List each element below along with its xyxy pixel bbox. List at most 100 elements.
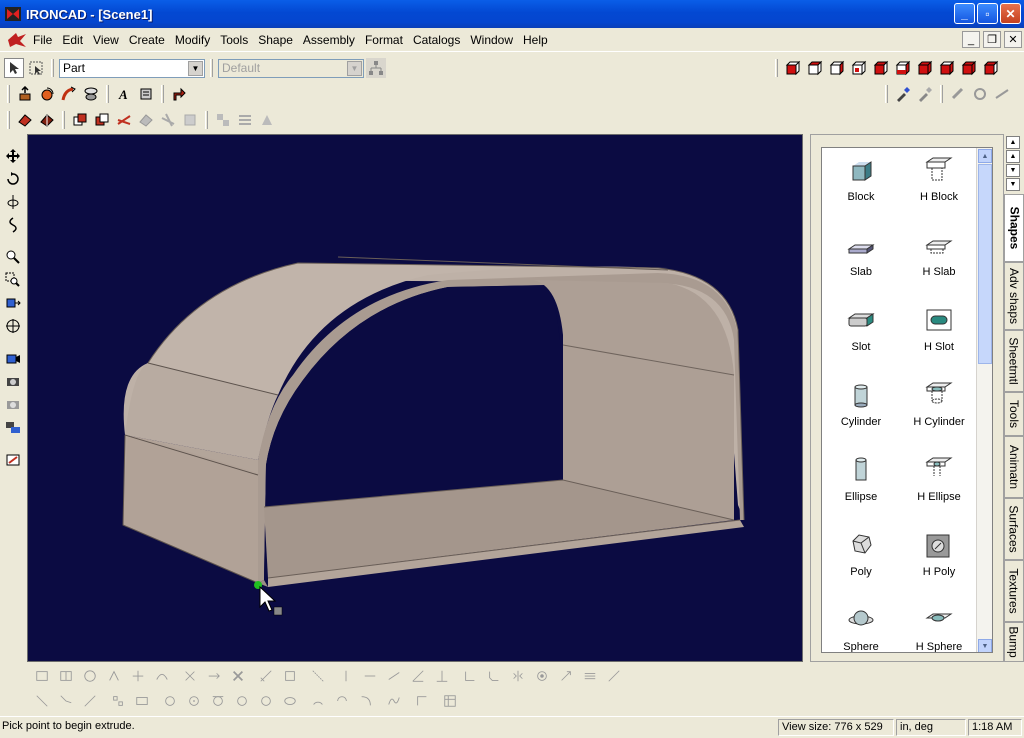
view-cube-top-icon[interactable] — [827, 58, 847, 78]
scroll-up-icon[interactable]: ▲ — [978, 149, 992, 163]
view-cube-iso3-icon[interactable] — [959, 58, 979, 78]
catalog-item-ellipse[interactable]: Ellipse — [822, 448, 900, 523]
catalog-item-poly[interactable]: Poly — [822, 523, 900, 598]
view-cube-right-icon[interactable] — [893, 58, 913, 78]
eyedropper-icon[interactable] — [893, 84, 913, 104]
doc-restore-button[interactable]: ❐ — [983, 31, 1001, 48]
look-at-icon[interactable] — [3, 316, 23, 336]
catalog-item-cylinder[interactable]: Cylinder — [822, 373, 900, 448]
select-box-icon[interactable] — [26, 58, 46, 78]
catalog-item-h-sphere[interactable]: H Sphere — [900, 598, 978, 652]
custom-feature-icon[interactable] — [136, 84, 156, 104]
render-wire-icon[interactable] — [37, 110, 57, 130]
extrude-icon[interactable] — [15, 84, 35, 104]
boolean-intersect-icon[interactable] — [114, 110, 134, 130]
tab-textures[interactable]: Textures — [1004, 560, 1024, 622]
menu-view[interactable]: View — [88, 30, 124, 50]
extruded-tunnel-model[interactable] — [28, 135, 804, 663]
bend-icon[interactable] — [169, 84, 189, 104]
spin-icon[interactable] — [37, 84, 57, 104]
tab-scroll-down2-icon[interactable]: ▼ — [1006, 178, 1020, 191]
catalog-item-h-cylinder[interactable]: H Cylinder — [900, 373, 978, 448]
camera-target-icon[interactable] — [3, 348, 23, 368]
catalog-item-h-poly[interactable]: H Poly — [900, 523, 978, 598]
block-icon — [852, 161, 872, 181]
sweep-icon[interactable] — [59, 84, 79, 104]
catalog-item-block[interactable]: Block — [822, 148, 900, 223]
menu-window[interactable]: Window — [465, 30, 518, 50]
menu-catalogs[interactable]: Catalogs — [408, 30, 465, 50]
tab-animatn[interactable]: Animatn — [1004, 436, 1024, 498]
3d-viewport[interactable] — [27, 134, 803, 662]
view-cube-iso-icon[interactable] — [915, 58, 935, 78]
close-button[interactable]: ✕ — [1000, 3, 1021, 24]
scroll-down-icon[interactable]: ▼ — [978, 639, 992, 652]
tab-bump[interactable]: Bump — [1004, 622, 1024, 662]
view-cube-bottom-icon[interactable] — [849, 58, 869, 78]
view-cube-iso2-icon[interactable] — [937, 58, 957, 78]
tab-sheetmtl[interactable]: Sheetmtl — [1004, 330, 1024, 392]
tab-adv-shaps[interactable]: Adv shaps — [1004, 262, 1024, 330]
menu-help[interactable]: Help — [518, 30, 553, 50]
orbit-icon[interactable] — [3, 169, 23, 189]
catalog-item-h-slot[interactable]: H Slot — [900, 298, 978, 373]
catalog-item-h-slab[interactable]: H Slab — [900, 223, 978, 298]
catalog-item-slot[interactable]: Slot — [822, 298, 900, 373]
paint-dropper-icon[interactable] — [915, 84, 935, 104]
rotate-axis-icon[interactable] — [3, 192, 23, 212]
menu-format[interactable]: Format — [360, 30, 408, 50]
camera-icon[interactable] — [3, 371, 23, 391]
catalog-item-label: Poly — [850, 566, 872, 578]
catalog-scrollbar[interactable]: ▲ ▼ — [976, 148, 992, 652]
chevron-down-icon[interactable]: ▼ — [188, 60, 203, 76]
measure-icon — [948, 84, 968, 104]
tab-scroll-down-icon[interactable]: ▼ — [1006, 164, 1020, 177]
camera-group-icon[interactable] — [3, 417, 23, 437]
tab-scroll-up-icon[interactable]: ▲ — [1006, 136, 1020, 149]
tab-tools[interactable]: Tools — [1004, 392, 1024, 436]
render-shaded-icon[interactable] — [15, 110, 35, 130]
zoom-window-icon[interactable] — [3, 270, 23, 290]
tab-label: Textures — [1007, 568, 1022, 614]
doc-minimize-button[interactable]: _ — [962, 31, 980, 48]
catalog-item-slab[interactable]: Slab — [822, 223, 900, 298]
view-cube-back-icon[interactable] — [805, 58, 825, 78]
select-arrow-icon[interactable] — [4, 58, 24, 78]
menu-edit[interactable]: Edit — [57, 30, 88, 50]
zoom-icon[interactable] — [3, 247, 23, 267]
scroll-thumb[interactable] — [978, 164, 992, 364]
walk-icon[interactable] — [3, 215, 23, 235]
pan-icon[interactable] — [3, 146, 23, 166]
minimize-button[interactable]: _ — [954, 3, 975, 24]
tab-scroll-up2-icon[interactable]: ▲ — [1006, 150, 1020, 163]
catalog-item-sphere[interactable]: Sphere — [822, 598, 900, 652]
menu-tools[interactable]: Tools — [215, 30, 253, 50]
tab-surfaces[interactable]: Surfaces — [1004, 498, 1024, 560]
maximize-button[interactable]: ▫ — [977, 3, 998, 24]
menu-modify[interactable]: Modify — [170, 30, 215, 50]
menu-assembly[interactable]: Assembly — [298, 30, 360, 50]
doc-close-button[interactable]: ✕ — [1004, 31, 1022, 48]
hierarchy-icon[interactable] — [366, 58, 386, 78]
tab-shapes[interactable]: Shapes — [1004, 194, 1024, 262]
menu-shape[interactable]: Shape — [253, 30, 298, 50]
menu-file[interactable]: File — [28, 30, 57, 50]
catalog-item-h-block[interactable]: H Block — [900, 148, 978, 223]
menu-create[interactable]: Create — [124, 30, 170, 50]
fit-icon[interactable] — [3, 293, 23, 313]
view-cube-front-icon[interactable] — [783, 58, 803, 78]
catalog-item-label: H Poly — [922, 566, 956, 578]
view-cube-iso4-icon[interactable] — [981, 58, 1001, 78]
menu-bar: File Edit View Create Modify Tools Shape… — [0, 28, 1024, 52]
loft-icon[interactable] — [81, 84, 101, 104]
text-icon[interactable]: A — [114, 84, 134, 104]
tab-label: Surfaces — [1007, 505, 1022, 553]
boolean-union-icon[interactable] — [70, 110, 90, 130]
ellipse-icon — [855, 457, 867, 481]
boolean-subtract-icon[interactable] — [92, 110, 112, 130]
catalog-item-h-ellipse[interactable]: H Ellipse — [900, 448, 978, 523]
clock: 1:18 AM — [968, 719, 1022, 736]
part-select[interactable]: Part ▼ — [59, 58, 205, 78]
light-icon[interactable] — [3, 449, 23, 469]
view-cube-left-icon[interactable] — [871, 58, 891, 78]
